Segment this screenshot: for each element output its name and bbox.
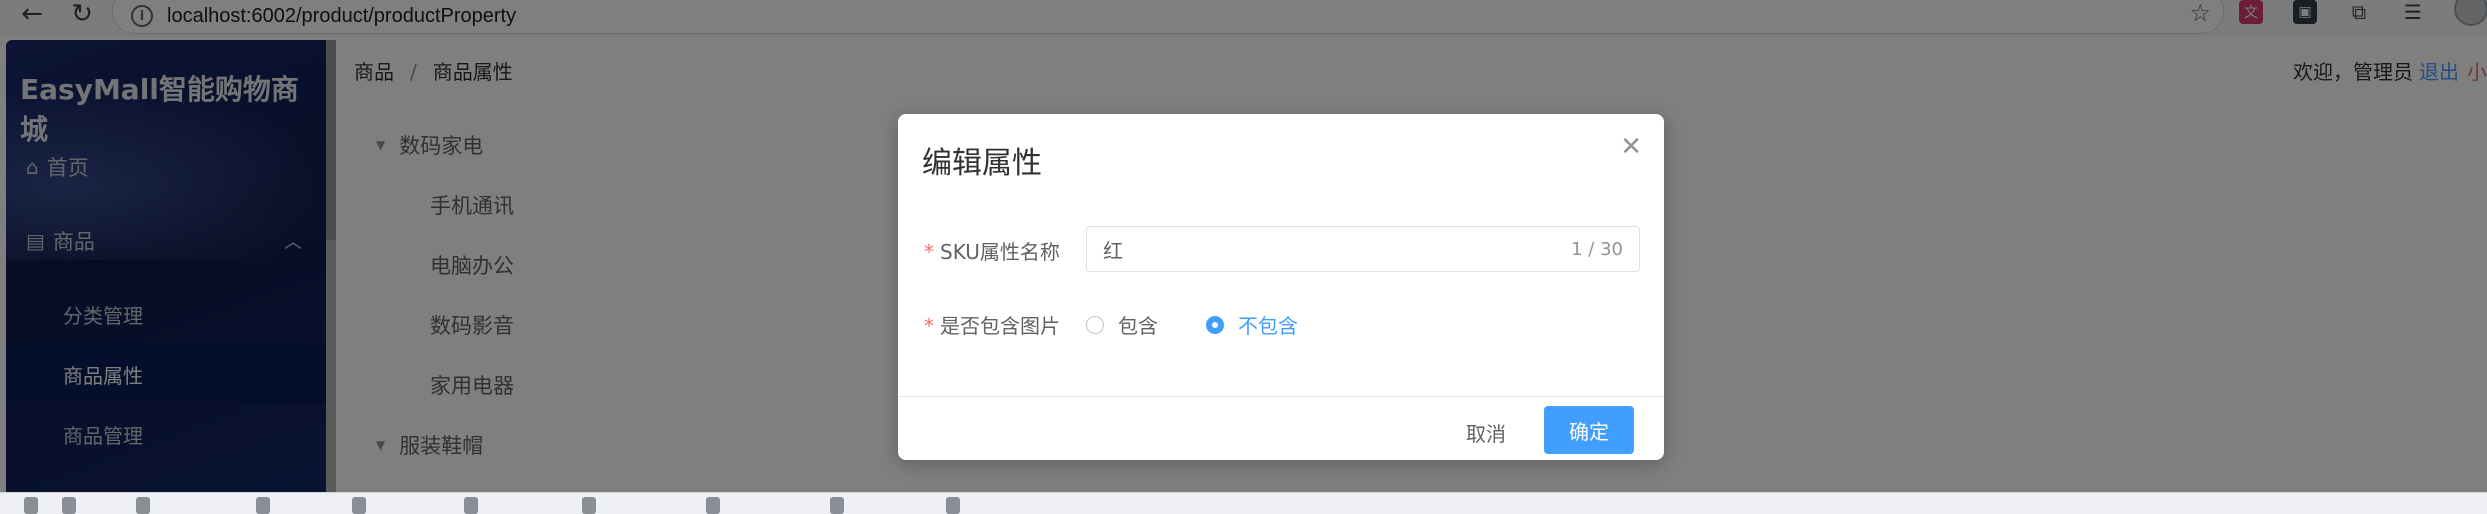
- taskbar-icon[interactable]: [136, 497, 150, 514]
- cancel-button[interactable]: 取消: [1466, 410, 1506, 458]
- taskbar-icon[interactable]: [706, 497, 720, 514]
- radio-exclude[interactable]: 不包含: [1206, 310, 1298, 339]
- radio-include[interactable]: 包含: [1086, 310, 1158, 339]
- include-image-label: * 是否包含图片: [924, 310, 1060, 339]
- taskbar-icon[interactable]: [256, 497, 270, 514]
- radio-label: 包含: [1118, 314, 1158, 338]
- sku-name-label-text: SKU属性名称: [940, 240, 1060, 264]
- radio-label: 不包含: [1238, 314, 1298, 338]
- taskbar-icon[interactable]: [946, 497, 960, 514]
- edit-property-dialog: 编辑属性 ✕ * SKU属性名称 红 1 / 30 * 是否包含图片 包含 不包含 …: [898, 114, 1664, 460]
- confirm-button[interactable]: 确定: [1544, 406, 1634, 454]
- close-icon[interactable]: ✕: [1620, 132, 1642, 162]
- sku-name-label: * SKU属性名称: [924, 236, 1060, 265]
- char-counter: 1 / 30: [1571, 238, 1623, 260]
- taskbar-icon[interactable]: [24, 497, 38, 514]
- dialog-title: 编辑属性: [922, 146, 1042, 181]
- radio-circle[interactable]: [1086, 315, 1104, 334]
- required-asterisk: *: [924, 314, 934, 338]
- sku-name-value[interactable]: 红: [1103, 235, 1571, 264]
- taskbar-icon[interactable]: [830, 497, 844, 514]
- radio-circle-checked[interactable]: [1206, 315, 1224, 334]
- os-taskbar: [0, 492, 2487, 514]
- taskbar-icon[interactable]: [352, 497, 366, 514]
- taskbar-icon[interactable]: [62, 497, 76, 514]
- dialog-divider: [898, 396, 1664, 397]
- sku-name-input[interactable]: 红 1 / 30: [1086, 226, 1640, 272]
- taskbar-icon[interactable]: [464, 497, 478, 514]
- taskbar-icon[interactable]: [582, 497, 596, 514]
- required-asterisk: *: [924, 240, 934, 264]
- include-image-label-text: 是否包含图片: [940, 314, 1060, 338]
